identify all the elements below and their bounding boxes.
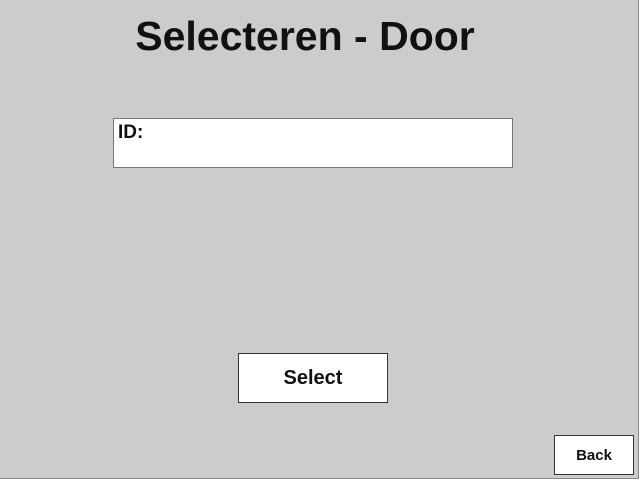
id-label: ID:: [118, 122, 144, 143]
select-button[interactable]: Select: [238, 353, 388, 403]
door-select-screen: Selecteren - Door ID: Select Back: [0, 0, 639, 479]
back-button[interactable]: Back: [554, 435, 634, 475]
page-title: Selecteren - Door: [135, 13, 475, 59]
id-field[interactable]: ID:: [113, 118, 513, 168]
id-input[interactable]: [150, 121, 505, 145]
